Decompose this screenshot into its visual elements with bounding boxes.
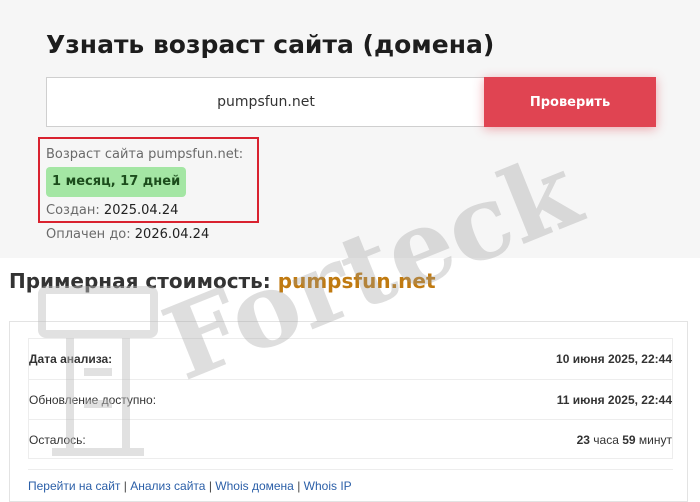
whois-domain-link[interactable]: Whois домена <box>215 479 294 493</box>
analysis-date-label: Дата анализа: <box>29 352 113 366</box>
whois-ip-link[interactable]: Whois IP <box>304 479 352 493</box>
update-available-value: 11 июня 2025, 22:44 <box>556 392 672 407</box>
table-row: Дата анализа: 10 июня 2025, 22:44 <box>29 339 672 379</box>
remaining-minutes-unit: минут <box>638 432 672 447</box>
links-bar: Перейти на сайт | Анализ сайта | Whois д… <box>28 469 673 493</box>
check-button[interactable]: Проверить <box>484 77 656 127</box>
table-row: Обновление доступно: 11 июня 2025, 22:44 <box>29 379 672 419</box>
page-title: Узнать возраст сайта (домена) <box>46 30 495 59</box>
analysis-date-value: 10 июня 2025, 22:44 <box>556 352 672 366</box>
table-row: Осталось: 23 часа 59 минут <box>29 419 672 459</box>
created-value: 2025.04.24 <box>103 203 179 218</box>
price-heading-text: Примерная стоимость: <box>9 269 271 293</box>
site-analysis-link[interactable]: Анализ сайта <box>130 479 205 493</box>
analysis-card: Дата анализа: 10 июня 2025, 22:44 Обновл… <box>9 321 688 502</box>
analysis-table: Дата анализа: 10 июня 2025, 22:44 Обновл… <box>28 338 673 459</box>
paid-label: Оплачен до: <box>46 227 131 242</box>
remaining-value: 23 часа 59 минут <box>577 433 672 447</box>
site-age-badge: 1 месяц, 17 дней <box>46 167 187 197</box>
domain-input[interactable] <box>46 77 486 127</box>
remaining-hours-unit: часа <box>593 432 619 447</box>
remaining-label: Осталось: <box>29 432 86 447</box>
created-line: Создан: 2025.04.24 <box>46 203 178 218</box>
site-age-label: Возраст сайта pumpsfun.net: <box>46 147 244 162</box>
paid-value: 2026.04.24 <box>134 227 210 242</box>
remaining-hours: 23 <box>576 432 590 447</box>
visit-site-link[interactable]: Перейти на сайт <box>28 479 120 493</box>
created-label: Создан: <box>46 203 100 218</box>
remaining-minutes: 59 <box>622 432 636 447</box>
update-available-label: Обновление доступно: <box>29 392 157 407</box>
price-heading: Примерная стоимость: pumpsfun.net <box>9 269 436 293</box>
paid-line: Оплачен до: 2026.04.24 <box>46 227 209 242</box>
price-heading-domain: pumpsfun.net <box>277 269 436 293</box>
